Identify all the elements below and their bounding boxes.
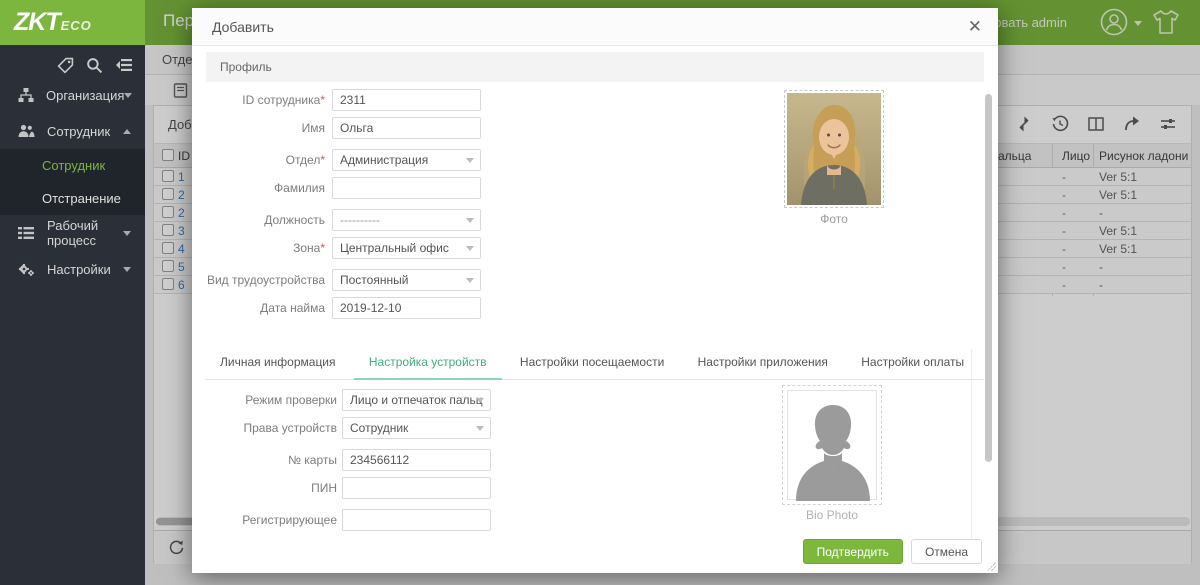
close-icon[interactable]: ✕ xyxy=(968,17,982,37)
collapse-menu-icon[interactable] xyxy=(115,57,133,73)
device-rights-select[interactable]: Сотрудник xyxy=(342,417,491,439)
field-label: Режим проверки xyxy=(245,393,337,407)
form-row-device-rights: Права устройств Сотрудник xyxy=(192,417,491,439)
area-select[interactable]: Центральный офис xyxy=(332,237,481,259)
sidebar: ZKT ECO Организация Сотрудник Сотрудник … xyxy=(0,0,145,585)
tab-attendance-settings[interactable]: Настройки посещаемости xyxy=(505,348,679,378)
people-icon xyxy=(18,124,35,138)
sidebar-item-label: Организация xyxy=(46,88,124,103)
form-row-employment-type: Вид трудоустройства Постоянный xyxy=(192,269,481,291)
chevron-down-icon xyxy=(476,398,484,403)
form-row-registering: Регистрирующее xyxy=(192,509,491,531)
add-employee-modal: Добавить ✕ Профиль ID сотрудника* Имя От… xyxy=(192,8,998,573)
panel-divider xyxy=(971,349,972,554)
sidebar-item-label: Настройки xyxy=(47,262,123,277)
form-row-department: Отдел* Администрация xyxy=(192,149,481,171)
chevron-down-icon xyxy=(466,218,474,223)
sidebar-item-organization[interactable]: Организация xyxy=(0,77,145,113)
field-label: ПИН xyxy=(311,481,337,495)
required-mark: * xyxy=(320,153,325,167)
field-label: Должность xyxy=(264,213,325,227)
modal-header: Добавить ✕ xyxy=(192,8,998,46)
employee-id-input[interactable] xyxy=(332,89,481,111)
app-logo: ZKT ECO xyxy=(0,0,145,45)
chevron-down-icon xyxy=(123,267,131,272)
field-label: Дата найма xyxy=(260,301,325,315)
employment-type-select[interactable]: Постоянный xyxy=(332,269,481,291)
profile-section-header: Профиль xyxy=(206,52,984,82)
form-row-last-name: Фамилия xyxy=(192,177,481,199)
form-row-card-number: № карты xyxy=(192,449,491,471)
workflow-list-icon xyxy=(18,226,35,240)
bio-photo-caption: Bio Photo xyxy=(782,508,882,522)
gears-icon xyxy=(18,262,35,277)
form-row-first-name: Имя xyxy=(192,117,481,139)
department-select[interactable]: Администрация xyxy=(332,149,481,171)
chevron-down-icon xyxy=(476,426,484,431)
form-row-hire-date: Дата найма xyxy=(192,297,481,319)
chevron-down-icon xyxy=(124,93,132,98)
resize-handle[interactable] xyxy=(987,562,996,571)
tab-payment-settings[interactable]: Настройки оплаты xyxy=(846,348,979,378)
cancel-button[interactable]: Отмена xyxy=(911,539,982,564)
registering-input[interactable] xyxy=(342,509,491,531)
chevron-up-icon xyxy=(123,129,131,134)
modal-tabs: Личная информация Настройка устройств На… xyxy=(205,348,984,380)
field-label: Вид трудоустройства xyxy=(207,273,325,287)
form-row-position: Должность ---------- xyxy=(192,209,481,231)
required-mark: * xyxy=(320,93,325,107)
position-select[interactable]: ---------- xyxy=(332,209,481,231)
chevron-down-icon xyxy=(466,158,474,163)
verify-mode-select[interactable]: Лицо и отпечаток пальц xyxy=(342,389,491,411)
logo-text-eco: ECO xyxy=(61,18,92,33)
sidebar-item-workflow[interactable]: Рабочий процесс xyxy=(0,215,145,251)
form-row-verify-mode: Режим проверки Лицо и отпечаток пальц xyxy=(192,389,491,411)
tag-icon[interactable] xyxy=(57,57,74,74)
sidebar-item-label: Рабочий процесс xyxy=(47,218,123,248)
bio-photo-upload[interactable] xyxy=(782,385,882,505)
field-label: Регистрирующее xyxy=(242,513,337,527)
first-name-input[interactable] xyxy=(332,117,481,139)
pin-input[interactable] xyxy=(342,477,491,499)
tab-app-settings[interactable]: Настройки приложения xyxy=(683,348,843,378)
form-row-area: Зона* Центральный офис xyxy=(192,237,481,259)
hire-date-input[interactable] xyxy=(332,297,481,319)
sidebar-item-label: Сотрудник xyxy=(47,124,123,139)
confirm-button[interactable]: Подтвердить xyxy=(803,539,903,564)
field-label: ID сотрудника xyxy=(242,93,320,107)
form-row-pin: ПИН xyxy=(192,477,491,499)
logo-text-main: ZKT xyxy=(14,8,60,37)
modal-scrollbar-thumb[interactable] xyxy=(985,94,992,462)
employee-photo[interactable] xyxy=(784,90,884,208)
field-label: Фамилия xyxy=(274,181,325,195)
chevron-down-icon xyxy=(466,246,474,251)
field-label: № карты xyxy=(288,453,337,467)
photo-caption: Фото xyxy=(784,212,884,226)
org-chart-icon xyxy=(18,88,34,103)
tab-personal-info[interactable]: Личная информация xyxy=(205,348,351,378)
field-label: Отдел xyxy=(286,153,321,167)
card-number-input[interactable] xyxy=(342,449,491,471)
field-label: Зона xyxy=(293,241,320,255)
last-name-input[interactable] xyxy=(332,177,481,199)
chevron-down-icon xyxy=(123,231,131,236)
sidebar-subitem-dismissal[interactable]: Отстранение xyxy=(0,182,145,215)
tab-device-settings[interactable]: Настройка устройств xyxy=(354,348,502,380)
form-row-employee-id: ID сотрудника* xyxy=(192,89,481,111)
sidebar-item-settings[interactable]: Настройки xyxy=(0,251,145,287)
field-label: Права устройств xyxy=(243,421,337,435)
chevron-down-icon xyxy=(466,278,474,283)
modal-title: Добавить xyxy=(212,19,274,35)
required-mark: * xyxy=(320,241,325,255)
search-icon[interactable] xyxy=(86,57,103,74)
sidebar-item-employee[interactable]: Сотрудник xyxy=(0,113,145,149)
sidebar-subitem-employee[interactable]: Сотрудник xyxy=(0,149,145,182)
field-label: Имя xyxy=(302,121,325,135)
